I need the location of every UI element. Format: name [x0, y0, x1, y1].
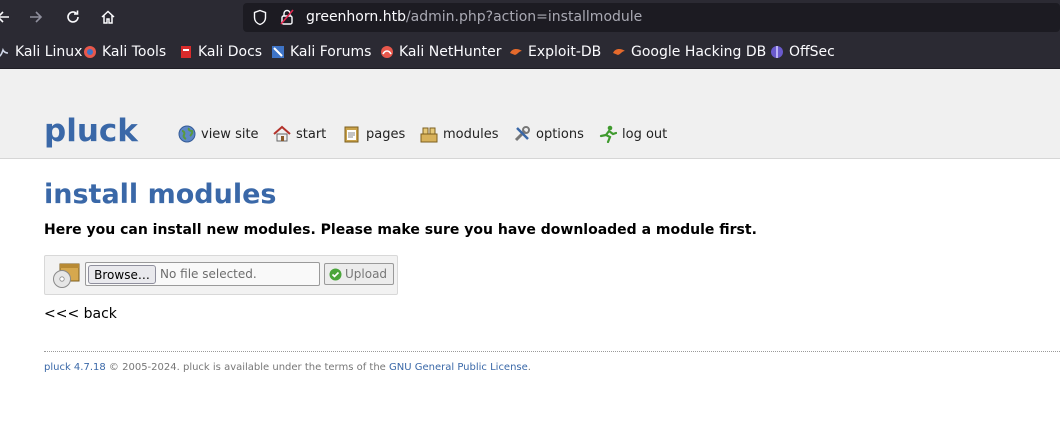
options-icon: [513, 125, 531, 143]
footer-end: .: [527, 362, 531, 373]
browser-toolbar: greenhorn.htb/admin.php?action=installmo…: [0, 0, 1060, 35]
bookmark-label: OffSec: [789, 44, 835, 60]
module-upload-form: Browse… No file selected. Upload: [44, 255, 398, 295]
shield-icon[interactable]: [252, 9, 268, 30]
menu-label: options: [536, 126, 584, 142]
url-path: /admin.php?action=installmodule: [405, 9, 643, 25]
ghdb-icon: [612, 45, 626, 59]
menu-label: modules: [443, 126, 499, 142]
menu-options[interactable]: options: [513, 124, 584, 144]
upload-button[interactable]: Upload: [324, 263, 394, 285]
bookmark-label: Kali Forums: [290, 44, 372, 60]
license-link[interactable]: GNU General Public License: [389, 362, 528, 373]
offsec-icon: [770, 45, 784, 59]
pluck-version-link[interactable]: pluck 4.7.18: [44, 362, 106, 373]
intro-text: Here you can install new modules. Please…: [44, 222, 757, 238]
menu-label: log out: [622, 126, 668, 142]
bookmark-kali-tools[interactable]: Kali Tools: [83, 43, 166, 61]
install-package-icon: [51, 261, 81, 293]
reload-icon[interactable]: [60, 5, 86, 29]
back-arrow-icon[interactable]: [0, 5, 16, 29]
pluck-logo[interactable]: pluck: [44, 113, 138, 149]
url-host: greenhorn.htb: [306, 9, 406, 25]
footer: pluck 4.7.18 © 2005-2024. pluck is avail…: [44, 362, 531, 373]
menu-label: pages: [366, 126, 406, 142]
pages-icon: [343, 125, 361, 143]
menu-start[interactable]: start: [273, 124, 326, 144]
bookmark-kali-nethunter[interactable]: Kali NetHunter: [380, 43, 501, 61]
footer-text: © 2005-2024. pluck is available under th…: [105, 362, 389, 373]
home-button-icon[interactable]: [95, 5, 121, 29]
bookmark-label: Kali Tools: [102, 44, 167, 60]
browse-button[interactable]: Browse…: [88, 265, 156, 284]
menu-view-site[interactable]: view site: [178, 124, 259, 144]
kali-tools-icon: [83, 45, 97, 59]
url-bar[interactable]: greenhorn.htb/admin.php?action=installmo…: [243, 3, 1060, 32]
menu-label: view site: [201, 126, 259, 142]
file-status: No file selected.: [160, 267, 257, 281]
globe-icon: [178, 125, 196, 143]
exploit-db-icon: [509, 45, 523, 59]
footer-divider: [44, 351, 1060, 352]
menu-log-out[interactable]: log out: [599, 124, 667, 144]
kali-docs-icon: [179, 45, 193, 59]
menu-label: start: [296, 126, 327, 142]
menu-modules[interactable]: modules: [420, 124, 499, 144]
page-title: install modules: [44, 179, 277, 210]
menu-pages[interactable]: pages: [343, 124, 405, 144]
bookmark-label: Exploit-DB: [528, 44, 602, 60]
url-text[interactable]: greenhorn.htb/admin.php?action=installmo…: [306, 9, 642, 25]
upload-label: Upload: [345, 267, 388, 281]
bookmark-offsec[interactable]: OffSec: [770, 43, 835, 61]
bookmark-label: Kali Linux: [15, 44, 83, 60]
bookmark-label: Kali Docs: [198, 44, 263, 60]
bookmark-kali-docs[interactable]: Kali Docs: [179, 43, 262, 61]
bookmark-kali-linux[interactable]: Kali Linux: [0, 43, 82, 61]
nethunter-icon: [380, 45, 394, 59]
kali-dragon-icon: [0, 45, 10, 59]
bookmark-google-hacking-db[interactable]: Google Hacking DB: [612, 43, 766, 61]
kali-forums-icon: [271, 45, 285, 59]
bookmarks-bar: Kali Linux Kali Tools Kali Docs Kali For…: [0, 35, 1060, 69]
bookmark-exploit-db[interactable]: Exploit-DB: [509, 43, 601, 61]
modules-icon: [420, 125, 438, 143]
bookmark-label: Google Hacking DB: [631, 44, 767, 60]
checkmark-icon: [329, 268, 342, 281]
home-icon: [273, 125, 291, 143]
bookmark-label: Kali NetHunter: [399, 44, 502, 60]
admin-header: pluck view site start pages modules opti…: [0, 69, 1060, 159]
forward-arrow-icon[interactable]: [23, 5, 49, 29]
module-file-input[interactable]: Browse… No file selected.: [85, 262, 320, 286]
back-link[interactable]: <<< back: [44, 306, 117, 322]
bookmark-kali-forums[interactable]: Kali Forums: [271, 43, 371, 61]
insecure-lock-icon[interactable]: [279, 8, 295, 30]
logout-icon: [599, 125, 618, 144]
